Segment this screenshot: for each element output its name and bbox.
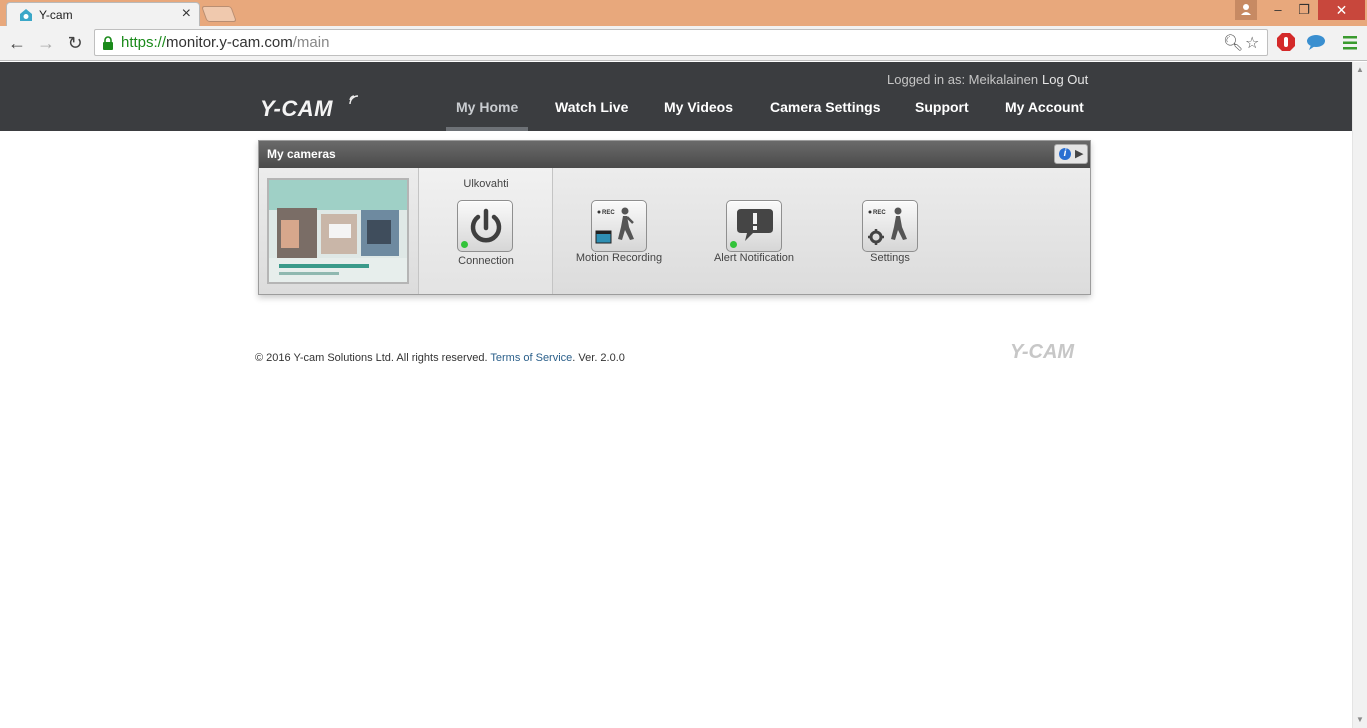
nav-support[interactable]: Support [915, 99, 969, 115]
nav-camera-settings[interactable]: Camera Settings [770, 99, 880, 115]
nav-my-home[interactable]: My Home [456, 99, 518, 115]
page-scrollbar[interactable]: ▲ ▼ [1352, 62, 1367, 728]
zoom-icon[interactable]: 🔍︎ [1223, 33, 1243, 53]
new-tab-button[interactable] [201, 6, 237, 22]
minimize-icon[interactable]: – [1265, 0, 1291, 20]
nav-my-videos[interactable]: My Videos [664, 99, 733, 115]
connection-cell: Ulkovahti Connection [419, 168, 553, 294]
version-text: . Ver. 2.0.0 [572, 352, 625, 364]
connection-button[interactable] [457, 200, 513, 252]
tab-title: Y-cam [39, 8, 73, 22]
logged-in-label: Logged in as: Meikalainen [887, 72, 1039, 87]
browser-titlebar: Y-cam × – ❐ ✕ [0, 0, 1367, 26]
camera-thumbnail-cell [259, 168, 419, 294]
settings-button[interactable]: REC [862, 200, 918, 252]
window-close-icon[interactable]: ✕ [1318, 0, 1365, 20]
terms-of-service-link[interactable]: Terms of Service [490, 352, 572, 364]
ycam-logo[interactable]: Y-CAM [260, 96, 333, 122]
restore-icon[interactable]: ❐ [1291, 0, 1317, 20]
nav-my-account[interactable]: My Account [1005, 99, 1084, 115]
lock-icon [103, 36, 113, 50]
camera-thumbnail[interactable] [267, 178, 409, 284]
footer-ycam-logo: Y-CAM [1010, 341, 1075, 363]
reload-icon[interactable]: ↻ [64, 32, 86, 54]
motion-recording-button[interactable]: REC [591, 200, 647, 252]
logout-link[interactable]: Log Out [1042, 72, 1088, 87]
svg-text:REC: REC [602, 210, 615, 216]
scroll-up-icon[interactable]: ▲ [1356, 65, 1364, 74]
info-icon: i [1059, 148, 1071, 160]
profile-icon[interactable] [1235, 0, 1257, 20]
play-arrow-icon: ▶ [1075, 148, 1084, 160]
camera-row: Ulkovahti Connection REC Motion Recordin… [259, 168, 1090, 294]
logo-signal-icon [349, 95, 359, 105]
nav-watch-live[interactable]: Watch Live [555, 99, 628, 115]
alert-notification-button[interactable] [726, 200, 782, 252]
forward-arrow-icon[interactable]: → [35, 32, 57, 54]
copyright-text: © 2016 Y-cam Solutions Ltd. All rights r… [255, 352, 488, 364]
svg-text:REC: REC [873, 210, 886, 216]
back-arrow-icon[interactable]: ← [6, 32, 28, 54]
panel-info-button[interactable]: i ▶ [1054, 144, 1088, 164]
ycam-favicon-icon [20, 9, 32, 21]
camera-name: Ulkovahti [463, 178, 509, 190]
url-text: https://monitor.y-cam.com/main [121, 34, 330, 51]
recording-settings-icon: REC [868, 207, 907, 245]
browser-tab[interactable]: Y-cam × [6, 2, 200, 26]
chat-extension-icon[interactable] [1306, 32, 1326, 52]
active-nav-indicator [446, 127, 528, 131]
menu-icon[interactable] [1340, 33, 1360, 53]
scroll-down-icon[interactable]: ▼ [1356, 715, 1364, 724]
motion-recording-icon: REC [595, 207, 634, 244]
tab-close-icon[interactable]: × [182, 5, 191, 23]
panel-title: My cameras [267, 147, 336, 161]
settings-label: Settings [870, 252, 910, 264]
adblock-icon[interactable] [1276, 32, 1296, 52]
alert-status-dot [730, 241, 737, 248]
page-footer: © 2016 Y-cam Solutions Ltd. All rights r… [255, 352, 625, 364]
panel-header: My cameras i ▶ [259, 141, 1090, 168]
motion-recording-label: Motion Recording [575, 252, 663, 264]
alert-notification-label: Alert Notification [713, 252, 795, 264]
bookmark-star-icon[interactable]: ☆ [1245, 33, 1259, 53]
connection-label: Connection [458, 255, 514, 267]
my-cameras-panel: My cameras i ▶ Ulkovahti Connection REC … [258, 140, 1091, 295]
connection-status-dot [461, 241, 468, 248]
site-header: Y-CAM Logged in as: Meikalainen Log Out … [0, 62, 1352, 131]
browser-toolbar: ← → ↻ https://monitor.y-cam.com/main 🔍︎ … [0, 26, 1367, 61]
address-bar[interactable]: https://monitor.y-cam.com/main 🔍︎ ☆ [94, 29, 1268, 56]
